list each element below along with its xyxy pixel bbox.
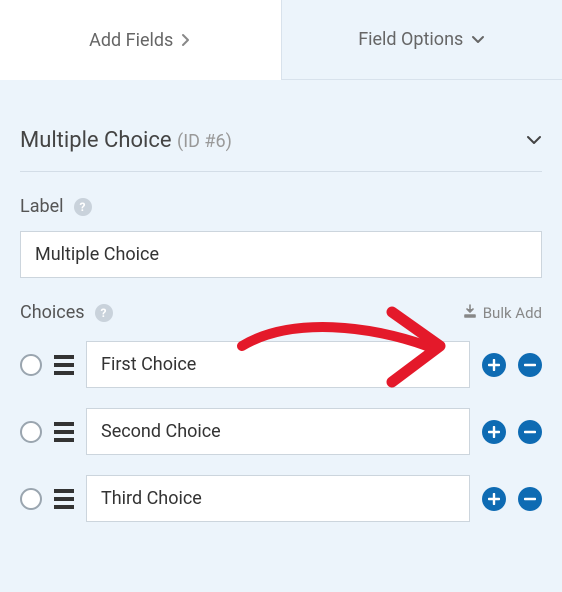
- choice-default-radio[interactable]: [20, 354, 42, 376]
- panel-header[interactable]: Multiple Choice (ID #6): [20, 100, 542, 172]
- tab-label: Field Options: [358, 29, 463, 50]
- choices-field-group: Choices ? Bulk Add: [20, 302, 542, 522]
- choice-row: [20, 341, 542, 388]
- choice-input[interactable]: [86, 341, 470, 388]
- panel-title: Multiple Choice (ID #6): [20, 128, 232, 153]
- bulk-add-button[interactable]: Bulk Add: [463, 304, 542, 322]
- choice-row: [20, 408, 542, 455]
- choice-default-radio[interactable]: [20, 421, 42, 443]
- choice-default-radio[interactable]: [20, 488, 42, 510]
- label-row: Label ?: [20, 196, 542, 217]
- chevron-down-icon: [471, 35, 485, 45]
- tab-field-options[interactable]: Field Options: [282, 0, 562, 80]
- drag-handle-icon[interactable]: [54, 489, 74, 509]
- drag-handle-icon[interactable]: [54, 355, 74, 375]
- label-input[interactable]: [20, 231, 542, 278]
- panel-title-text: Multiple Choice: [20, 128, 172, 153]
- tabs-bar: Add Fields Field Options: [0, 0, 562, 80]
- drag-handle-icon[interactable]: [54, 422, 74, 442]
- remove-choice-button[interactable]: [518, 487, 542, 511]
- add-choice-button[interactable]: [482, 420, 506, 444]
- panel-title-id: (ID #6): [177, 131, 232, 152]
- remove-choice-button[interactable]: [518, 353, 542, 377]
- label-text: Label: [20, 196, 64, 217]
- choice-row: [20, 475, 542, 522]
- bulk-add-label: Bulk Add: [483, 304, 542, 322]
- remove-choice-button[interactable]: [518, 420, 542, 444]
- chevron-down-icon[interactable]: [526, 135, 542, 146]
- download-icon: [463, 304, 477, 322]
- chevron-right-icon: [181, 33, 191, 47]
- field-options-panel: Multiple Choice (ID #6) Label ? Choices …: [0, 80, 562, 522]
- help-icon[interactable]: ?: [95, 304, 113, 322]
- tab-add-fields[interactable]: Add Fields: [0, 0, 282, 80]
- choice-input[interactable]: [86, 408, 470, 455]
- choices-label: Choices: [20, 302, 85, 323]
- add-choice-button[interactable]: [482, 353, 506, 377]
- choice-input[interactable]: [86, 475, 470, 522]
- choices-header: Choices ? Bulk Add: [20, 302, 542, 323]
- label-field-group: Label ?: [20, 196, 542, 278]
- help-icon[interactable]: ?: [74, 198, 92, 216]
- choices-header-left: Choices ?: [20, 302, 113, 323]
- add-choice-button[interactable]: [482, 487, 506, 511]
- tab-label: Add Fields: [89, 30, 173, 51]
